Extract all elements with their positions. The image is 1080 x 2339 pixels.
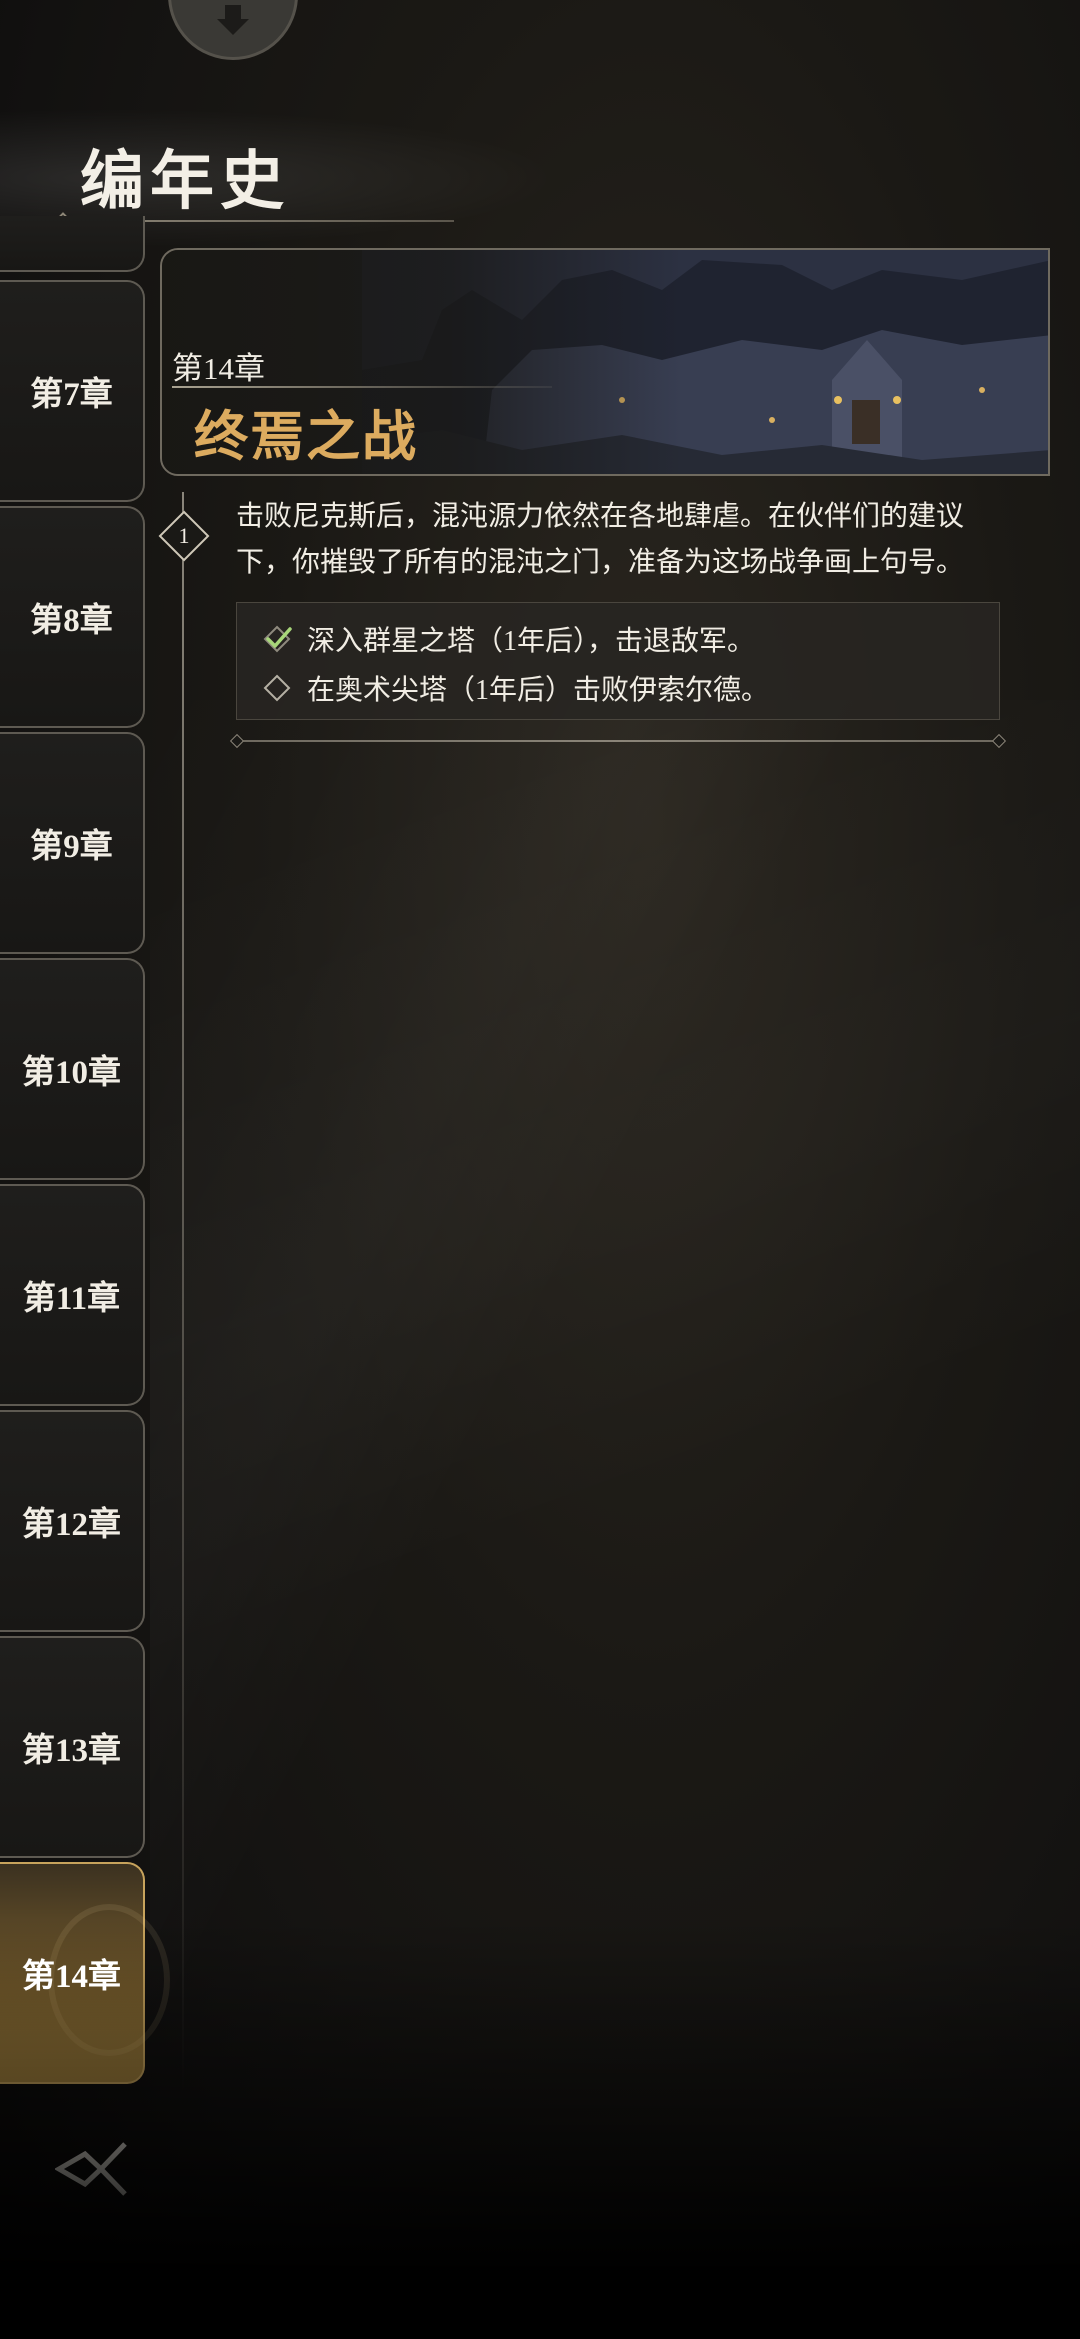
chapter-tab-13[interactable]: 第13章 <box>0 1636 145 1858</box>
chapter-tab-14[interactable]: 第14章 <box>0 1862 170 2084</box>
objective-text: 深入群星之塔（1年后），击退敌军。 <box>307 626 756 657</box>
objective-item: 深入群星之塔（1年后），击退敌军。 <box>261 617 755 661</box>
arrow-down-icon <box>217 5 249 35</box>
check-diamond-icon <box>263 625 292 653</box>
chapter-tab-8[interactable]: 第8章 <box>0 506 145 728</box>
objectives-list: 深入群星之塔（1年后），击退敌军。 在奥术尖塔（1年后）击败伊索尔德。 <box>236 602 1000 720</box>
background-texture <box>150 700 1080 2000</box>
chapter-title: 终焉之战 <box>194 407 418 467</box>
chapter-tab-label: 第12章 <box>22 1507 121 1543</box>
chapter-tab-label: 第7章 <box>30 377 113 413</box>
back-arrow-icon <box>55 2142 127 2196</box>
back-button[interactable] <box>55 2138 135 2200</box>
chapter-tab-9[interactable]: 第9章 <box>0 732 145 954</box>
objective-item: 在奥术尖塔（1年后）击败伊索尔德。 <box>261 666 769 710</box>
chapter-tab-label: 第11章 <box>22 1281 121 1317</box>
empty-diamond-icon <box>263 674 291 702</box>
chapter-tab-7[interactable]: 第7章 <box>0 280 145 502</box>
objective-text: 在奥术尖塔（1年后）击败伊索尔德。 <box>307 675 770 706</box>
chapter-tab-label: 第9章 <box>30 829 113 865</box>
chapter-tab-12[interactable]: 第12章 <box>0 1410 145 1632</box>
chapter-tab-label: 第13章 <box>22 1733 121 1769</box>
chapter-tab-label: 第14章 <box>22 1959 121 1995</box>
timeline-line <box>182 492 184 2092</box>
chapter-tab-10[interactable]: 第10章 <box>0 958 145 1180</box>
entry-divider <box>236 740 1000 742</box>
chapter-tab-label: 第8章 <box>30 603 113 639</box>
chapter-number-underline <box>172 386 552 388</box>
chapter-tab-11[interactable]: 第11章 <box>0 1184 145 1406</box>
timeline-node-number: 1 <box>178 523 190 548</box>
chapter-tab-label: 第10章 <box>22 1055 121 1091</box>
chapter-tab-partial[interactable] <box>0 216 145 272</box>
chapter-number: 第14章 <box>172 351 265 386</box>
scroll-down-button[interactable] <box>168 0 298 60</box>
entry-description: 击败尼克斯后，混沌源力依然在各地肆虐。在伙伴们的建议下，你摧毁了所有的混沌之门，… <box>236 501 965 578</box>
page-title: 编年史 <box>80 146 290 217</box>
